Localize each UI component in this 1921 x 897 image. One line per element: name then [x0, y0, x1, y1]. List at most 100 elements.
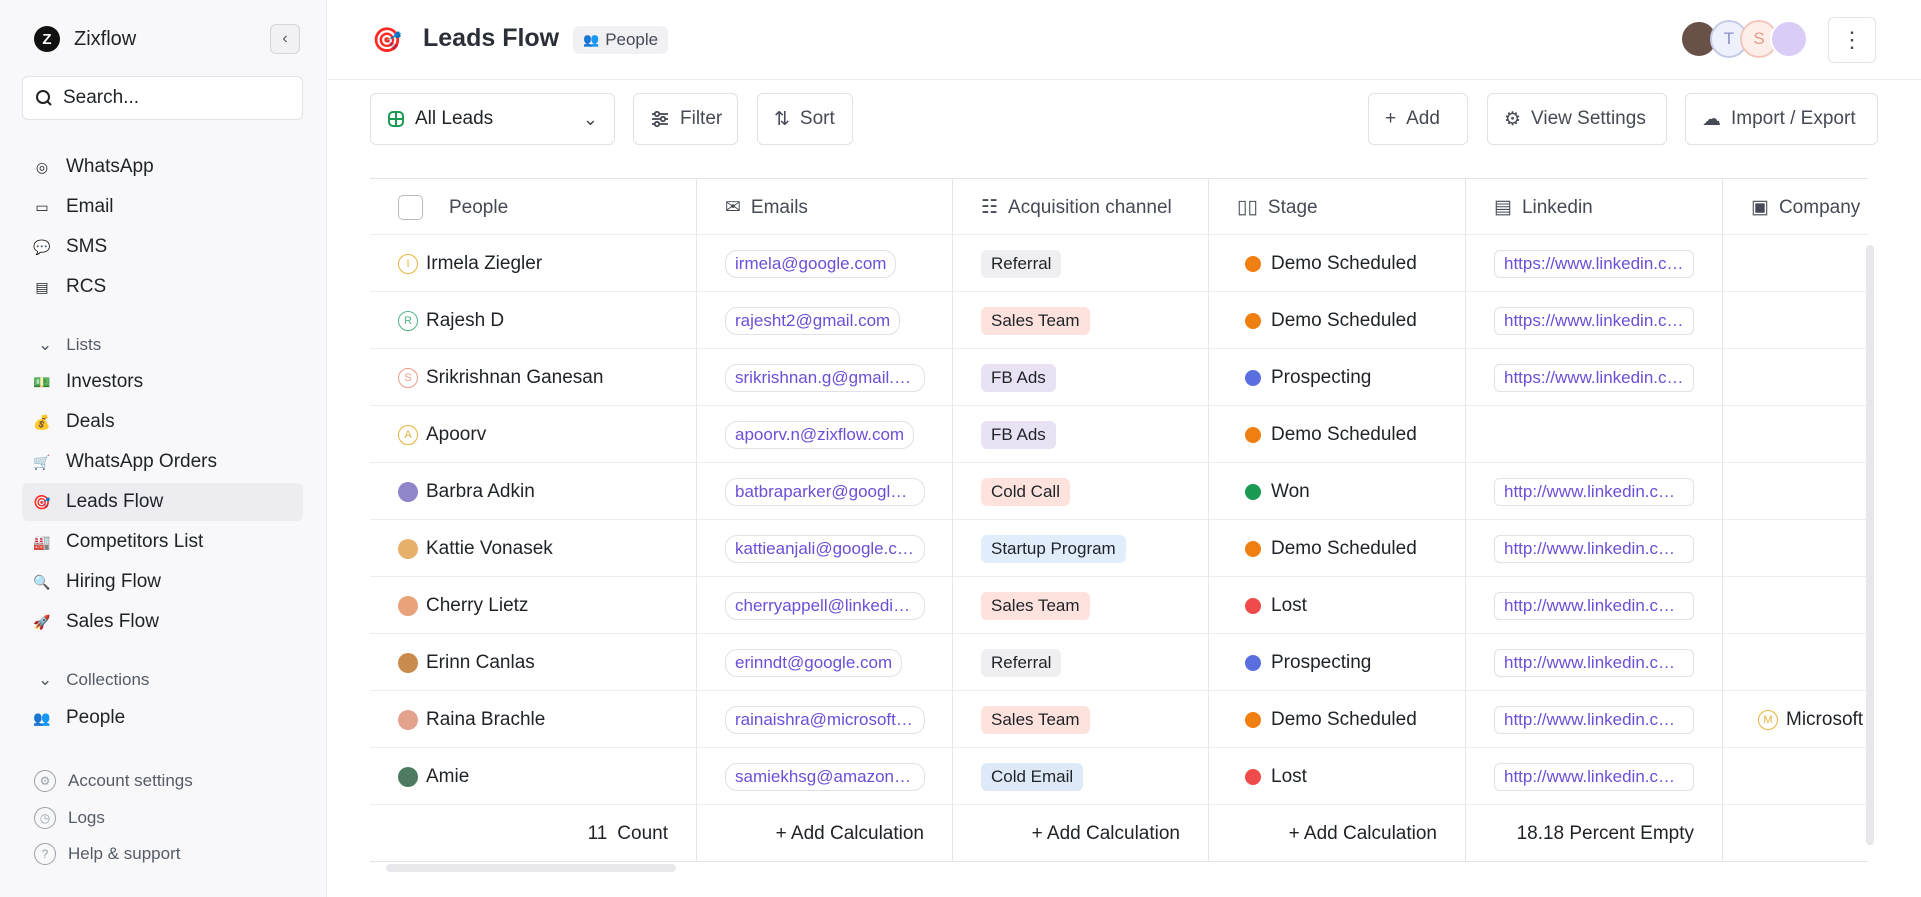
stage-cell[interactable]: Lost: [1209, 748, 1466, 805]
sidebar-item[interactable]: 🛒 WhatsApp Orders: [22, 443, 303, 481]
count-calculation[interactable]: 11 Count: [370, 805, 697, 862]
sidebar-item[interactable]: ▭ Email: [22, 188, 303, 226]
person-cell[interactable]: Kattie Vonasek: [370, 520, 697, 577]
email-chip[interactable]: irmela@google.com: [725, 249, 897, 278]
email-chip[interactable]: kattieanjali@google.com: [725, 534, 925, 563]
stage-cell[interactable]: Won: [1209, 463, 1466, 520]
table-row[interactable]: A Apoorv apoorv.n@zixflow.com FB Ads Demo Sc…: [370, 406, 1868, 463]
channel-cell[interactable]: FB Ads: [953, 349, 1209, 406]
linkedin-link[interactable]: https://www.linkedin.com/in/irmela: [1494, 249, 1694, 278]
linkedin-link[interactable]: https://www.linkedin.com/in/srikrishnan: [1494, 363, 1694, 392]
table-row[interactable]: R Rajesh D rajesht2@gmail.com Sales Team Dem…: [370, 292, 1868, 349]
linkedin-cell[interactable]: [1466, 406, 1723, 463]
email-cell[interactable]: apoorv.n@zixflow.com: [697, 406, 953, 463]
company-cell[interactable]: [1723, 292, 1868, 349]
linkedin-link[interactable]: http://www.linkedin.com/in/barbra: [1494, 477, 1694, 506]
column-header-acquisition-channel[interactable]: ☷ Acquisition channel: [953, 179, 1209, 236]
email-cell[interactable]: erinndt@google.com: [697, 634, 953, 691]
select-all-checkbox[interactable]: [398, 195, 423, 220]
channel-tag[interactable]: Sales Team: [981, 705, 1090, 734]
sidebar-item[interactable]: 💵 Investors: [22, 363, 303, 401]
avatar[interactable]: [1770, 20, 1808, 58]
linkedin-cell[interactable]: http://www.linkedin.com/in/amie: [1466, 748, 1723, 805]
email-chip[interactable]: rainaishra@microsoft.com: [725, 705, 925, 734]
collapse-sidebar-button[interactable]: ‹: [270, 24, 300, 54]
table-row[interactable]: Barbra Adkin batbraparker@google.com Cold …: [370, 463, 1868, 520]
table-row[interactable]: Kattie Vonasek kattieanjali@google.com Sta…: [370, 520, 1868, 577]
company-calculation[interactable]: [1723, 805, 1868, 862]
email-chip[interactable]: erinndt@google.com: [725, 648, 903, 677]
sidebar-bottom-item[interactable]: ? Help & support: [34, 843, 180, 865]
sidebar-item[interactable]: 💰 Deals: [22, 403, 303, 441]
linkedin-cell[interactable]: https://www.linkedin.com/in/rajesh: [1466, 292, 1723, 349]
column-header-stage[interactable]: ▯▯ Stage: [1209, 179, 1466, 236]
company-cell[interactable]: [1723, 748, 1868, 805]
person-cell[interactable]: Amie: [370, 748, 697, 805]
channel-tag[interactable]: Cold Call: [981, 477, 1070, 506]
view-selector[interactable]: All Leads ⌄: [370, 93, 615, 145]
channel-cell[interactable]: Cold Call: [953, 463, 1209, 520]
column-header-people[interactable]: People: [370, 179, 697, 236]
channel-tag[interactable]: FB Ads: [981, 420, 1056, 449]
channel-cell[interactable]: Sales Team: [953, 691, 1209, 748]
channel-cell[interactable]: Startup Program: [953, 520, 1209, 577]
channel-tag[interactable]: Referral: [981, 249, 1062, 278]
person-cell[interactable]: Erinn Canlas: [370, 634, 697, 691]
email-cell[interactable]: batbraparker@google.com: [697, 463, 953, 520]
horizontal-scrollbar[interactable]: [386, 864, 676, 872]
email-cell[interactable]: samiekhsg@amazon.com: [697, 748, 953, 805]
search-input[interactable]: [63, 87, 293, 109]
person-cell[interactable]: I Irmela Ziegler: [370, 235, 697, 292]
collection-badge[interactable]: 👥 People: [573, 26, 669, 54]
email-cell[interactable]: srikrishnan.g@gmail.com: [697, 349, 953, 406]
add-calculation-button[interactable]: + Add Calculation: [953, 805, 1209, 862]
import-export-button[interactable]: ☁ Import / Export: [1685, 93, 1878, 145]
company-cell[interactable]: [1723, 520, 1868, 577]
view-settings-button[interactable]: ⚙ View Settings: [1487, 93, 1667, 145]
channel-cell[interactable]: Sales Team: [953, 292, 1209, 349]
email-cell[interactable]: cherryappell@linkedin.com: [697, 577, 953, 634]
linkedin-cell[interactable]: http://www.linkedin.com/in/kattie: [1466, 520, 1723, 577]
linkedin-link[interactable]: http://www.linkedin.com/in/raina: [1494, 705, 1694, 734]
person-cell[interactable]: Barbra Adkin: [370, 463, 697, 520]
email-chip[interactable]: apoorv.n@zixflow.com: [725, 420, 915, 449]
channel-tag[interactable]: Sales Team: [981, 306, 1090, 335]
email-chip[interactable]: batbraparker@google.com: [725, 477, 925, 506]
company-cell[interactable]: [1723, 235, 1868, 292]
more-options-button[interactable]: ⋮: [1828, 17, 1876, 63]
company-cell[interactable]: [1723, 349, 1868, 406]
sidebar-item[interactable]: 💬 SMS: [22, 228, 303, 266]
company-cell[interactable]: [1723, 463, 1868, 520]
email-chip[interactable]: srikrishnan.g@gmail.com: [725, 363, 925, 392]
stage-cell[interactable]: Demo Scheduled: [1209, 235, 1466, 292]
linkedin-link[interactable]: https://www.linkedin.com/in/rajesh: [1494, 306, 1694, 335]
sidebar-item[interactable]: 👥 People: [22, 699, 303, 737]
linkedin-link[interactable]: http://www.linkedin.com/in/kattie: [1494, 534, 1694, 563]
linkedin-cell[interactable]: http://www.linkedin.com/in/raina: [1466, 691, 1723, 748]
brand[interactable]: Z Zixflow: [34, 26, 136, 52]
linkedin-calculation[interactable]: 18.18 Percent Empty: [1466, 805, 1723, 862]
channel-tag[interactable]: Sales Team: [981, 591, 1090, 620]
sidebar-item[interactable]: ▤ RCS: [22, 268, 303, 306]
linkedin-cell[interactable]: https://www.linkedin.com/in/irmela: [1466, 235, 1723, 292]
stage-cell[interactable]: Lost: [1209, 577, 1466, 634]
column-header-emails[interactable]: ✉ Emails: [697, 179, 953, 236]
email-cell[interactable]: rajesht2@gmail.com: [697, 292, 953, 349]
channel-cell[interactable]: FB Ads: [953, 406, 1209, 463]
person-cell[interactable]: Cherry Lietz: [370, 577, 697, 634]
add-calculation-button[interactable]: + Add Calculation: [697, 805, 953, 862]
stage-cell[interactable]: Demo Scheduled: [1209, 406, 1466, 463]
sidebar-bottom-item[interactable]: ◷ Logs: [34, 807, 105, 829]
stage-cell[interactable]: Demo Scheduled: [1209, 292, 1466, 349]
column-header-company[interactable]: ▣ Company: [1723, 179, 1868, 236]
filter-button[interactable]: Filter: [633, 93, 738, 145]
table-row[interactable]: Amie samiekhsg@amazon.com Cold Email Lost ht…: [370, 748, 1868, 805]
email-cell[interactable]: rainaishra@microsoft.com: [697, 691, 953, 748]
email-chip[interactable]: samiekhsg@amazon.com: [725, 762, 925, 791]
company-cell[interactable]: [1723, 577, 1868, 634]
sort-button[interactable]: ⇅ Sort: [757, 93, 853, 145]
linkedin-cell[interactable]: http://www.linkedin.com/in/erinn: [1466, 634, 1723, 691]
sidebar-item[interactable]: 🎯 Leads Flow: [22, 483, 303, 521]
stage-cell[interactable]: Demo Scheduled: [1209, 691, 1466, 748]
collections-section-toggle[interactable]: ⌄ Collections: [38, 670, 149, 690]
